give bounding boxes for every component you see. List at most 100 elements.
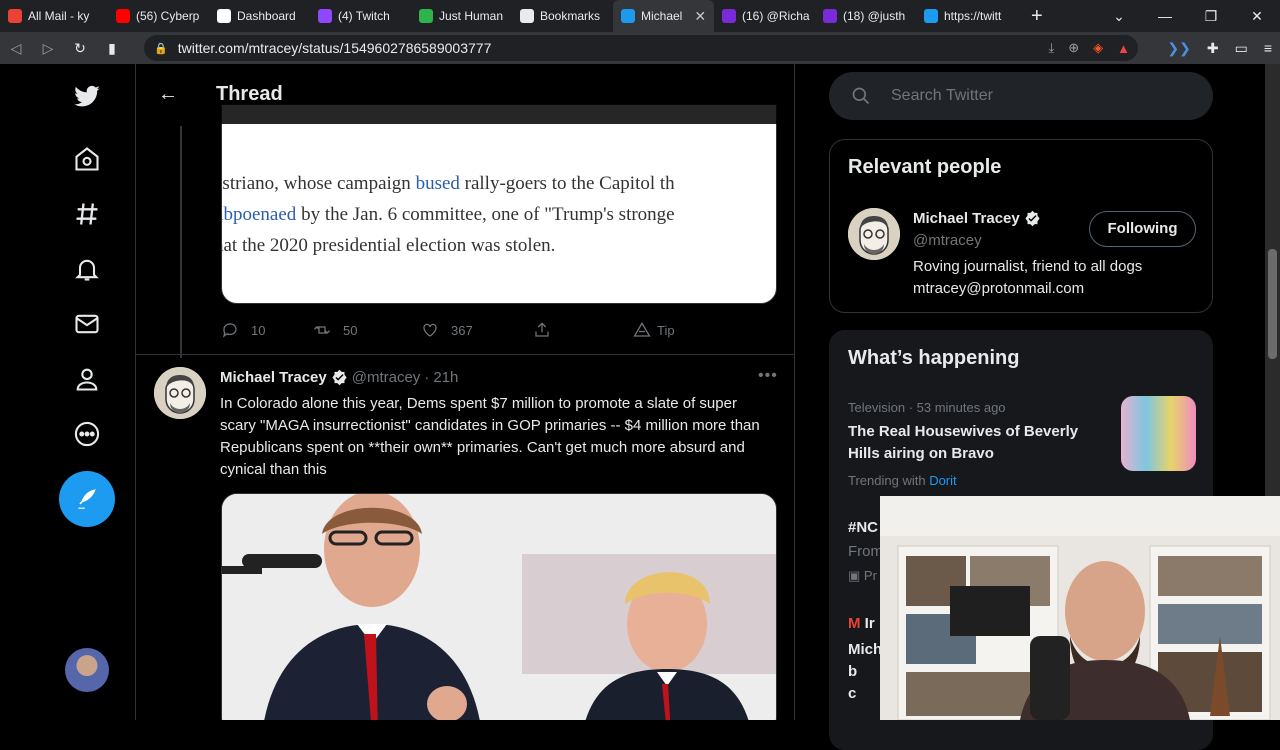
author-handle[interactable]: @mtracey: [352, 369, 421, 386]
tab-strip: All Mail - ky (56) Cyberp Dashboard (4) Twi…: [0, 0, 1017, 32]
like-button[interactable]: 367: [421, 321, 533, 339]
author-name[interactable]: Michael Tracey: [220, 369, 327, 386]
restore-button[interactable]: ❐: [1188, 8, 1234, 25]
relevant-person-name[interactable]: Michael Tracey: [913, 210, 1020, 227]
author-avatar[interactable]: [154, 367, 206, 419]
bookmark-icon[interactable]: ▮: [96, 40, 128, 57]
tab-favicon-icon: [823, 9, 837, 23]
window-controls: ⌄ — ❐ ✕: [1096, 0, 1280, 32]
verified-badge-icon: [1025, 210, 1040, 227]
messages-mail-icon[interactable]: [58, 299, 116, 349]
minimize-button[interactable]: —: [1142, 8, 1188, 24]
tip-label: Tip: [657, 322, 675, 338]
tab-favicon-icon: [924, 9, 938, 23]
home-icon[interactable]: [58, 134, 116, 184]
wallet-icon[interactable]: ▭: [1235, 40, 1248, 57]
browser-tab[interactable]: All Mail - ky: [0, 0, 108, 32]
browser-tab[interactable]: (18) @justh: [815, 0, 916, 32]
explore-hashtag-icon[interactable]: [58, 189, 116, 239]
install-icon[interactable]: ⤓: [1048, 40, 1054, 56]
thread-header: ← Thread: [136, 64, 794, 124]
url-text: twitter.com/mtracey/status/1549602786589…: [177, 40, 492, 56]
tab-search-icon[interactable]: ⌄: [1096, 8, 1142, 25]
streamer-webcam-image: [880, 496, 1280, 720]
back-icon[interactable]: ◁: [0, 40, 32, 57]
menu-icon[interactable]: ≡: [1264, 40, 1272, 56]
speech-extension-icon[interactable]: ❯❯: [1167, 40, 1190, 57]
more-options-icon[interactable]: [58, 409, 116, 459]
tab-label: Bookmarks: [540, 9, 601, 23]
tweet-timestamp[interactable]: 21h: [433, 369, 458, 386]
relevant-person-handle[interactable]: @mtracey: [913, 232, 982, 249]
tip-triangle-icon: [633, 321, 651, 337]
gmail-icon: M: [848, 615, 865, 632]
feather-icon: [78, 489, 96, 509]
trend-3-tag[interactable]: M Ir: [848, 613, 875, 635]
more-options-icon[interactable]: •••: [758, 367, 778, 385]
browser-tab[interactable]: Dashboard: [209, 0, 310, 32]
browser-tab[interactable]: (16) @Richa: [714, 0, 815, 32]
article-line-pre: hat the 2020 presidential election was s…: [221, 235, 556, 256]
trend-2-tag[interactable]: #NC: [848, 517, 878, 539]
article-line-link[interactable]: bused: [416, 173, 460, 194]
relevant-people-heading: Relevant people: [848, 156, 1002, 178]
forward-icon[interactable]: ▷: [32, 40, 64, 57]
search-box[interactable]: Search Twitter: [829, 72, 1213, 120]
article-line-link[interactable]: ubpoenaed: [222, 204, 296, 225]
account-avatar[interactable]: [65, 648, 109, 692]
reload-icon[interactable]: ↻: [64, 40, 96, 57]
search-icon: [852, 87, 870, 105]
following-button[interactable]: Following: [1089, 211, 1196, 247]
trend-with-label: Trending with: [848, 473, 926, 488]
profile-icon[interactable]: [58, 354, 116, 404]
trend-thumbnail[interactable]: [1121, 396, 1196, 471]
brave-rewards-icon[interactable]: ▲: [1117, 41, 1130, 56]
browser-tab[interactable]: Just Human: [411, 0, 512, 32]
tweet[interactable]: Michael Tracey @mtracey · 21h ••• In Col…: [136, 354, 794, 720]
browser-tab-bar: All Mail - ky (56) Cyberp Dashboard (4) Twi…: [0, 0, 1280, 32]
retweet-button[interactable]: 50: [313, 321, 421, 339]
scrollbar-thumb[interactable]: [1268, 249, 1277, 359]
tab-label: Dashboard: [237, 9, 296, 23]
new-tab-button[interactable]: +: [1031, 5, 1043, 28]
relevant-person-bio: Roving journalist, friend to all dogs mt…: [913, 258, 1143, 297]
twitter-logo-icon[interactable]: [58, 72, 116, 122]
search-placeholder: Search Twitter: [891, 87, 993, 104]
article-screenshot-image[interactable]: astriano, whose campaign bused rally-goe…: [221, 104, 777, 304]
trend-with-link[interactable]: Dorit: [929, 473, 956, 488]
like-count: 367: [451, 322, 473, 338]
address-bar[interactable]: 🔒 twitter.com/mtracey/status/15496027865…: [144, 35, 1138, 61]
whats-happening-heading: What’s happening: [848, 347, 1020, 369]
close-window-button[interactable]: ✕: [1234, 8, 1280, 25]
trend-3-title[interactable]: Mich: [848, 639, 882, 661]
brave-shield-icon[interactable]: ◈: [1093, 40, 1103, 56]
tip-button[interactable]: Tip: [633, 321, 675, 339]
puzzle-icon[interactable]: ✚: [1207, 40, 1219, 57]
browser-tab[interactable]: Bookmarks: [512, 0, 613, 32]
verified-badge-icon: [332, 369, 347, 386]
thread-connector-line: [180, 126, 182, 358]
thread-title: Thread: [216, 82, 283, 105]
trend-title[interactable]: The Real Housewives of Beverly Hills air…: [848, 421, 1108, 465]
close-tab-icon[interactable]: ✕: [694, 8, 706, 25]
reply-count: 10: [251, 322, 266, 338]
tab-label: https://twitt: [944, 9, 1002, 23]
compose-tweet-button[interactable]: [59, 471, 115, 527]
reply-button[interactable]: 10: [221, 321, 313, 339]
zoom-icon[interactable]: ⊕: [1068, 40, 1079, 56]
relevant-people-panel: Relevant people Michael Tracey @mtracey …: [829, 139, 1213, 313]
browser-tab[interactable]: (56) Cyberp: [108, 0, 209, 32]
tab-label: (18) @justh: [843, 9, 906, 23]
notifications-bell-icon[interactable]: [58, 244, 116, 294]
tab-label: Michael: [641, 9, 683, 23]
share-button[interactable]: [533, 321, 633, 339]
reply-icon: [222, 323, 237, 338]
tweet-photo[interactable]: [221, 493, 777, 720]
trend-2-pr: Pr: [863, 568, 877, 583]
article-line: astriano, whose campaign bused rally-goe…: [222, 173, 675, 195]
back-arrow-icon[interactable]: ←: [136, 83, 192, 106]
browser-tab[interactable]: https://twitt: [916, 0, 1017, 32]
browser-tab[interactable]: (4) Twitch: [310, 0, 411, 32]
relevant-person-avatar[interactable]: [848, 208, 900, 260]
browser-tab[interactable]: Michael ✕: [613, 0, 714, 32]
